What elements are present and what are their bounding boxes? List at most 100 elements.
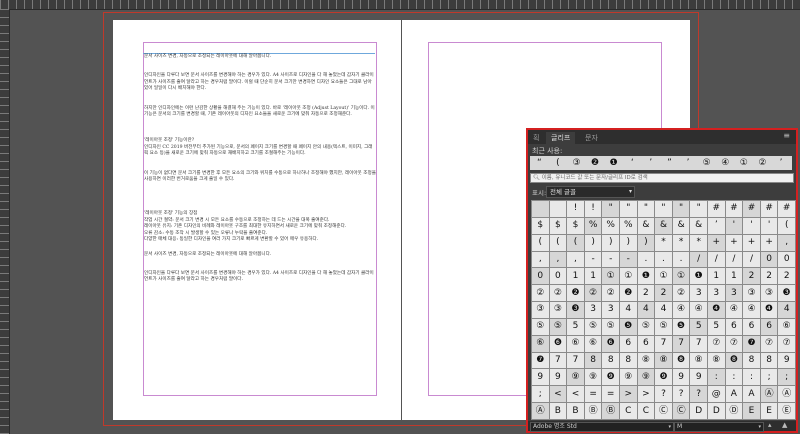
page-left[interactable]: 문서 사이즈 변경, 자동으로 조정되는 레이아웃에 대해 알아봅니다. 인디자… — [113, 20, 401, 420]
glyph-cell[interactable]: + — [743, 234, 760, 251]
glyph-cell[interactable]: 2 — [743, 268, 760, 285]
glyph-cell[interactable]: ⑦ — [708, 335, 725, 352]
glyph-cell[interactable]: E — [743, 403, 760, 419]
glyph-cell[interactable]: , — [567, 251, 584, 268]
glyph-cell[interactable]: ❺ — [620, 318, 637, 335]
recent-glyph[interactable]: ‘ — [623, 156, 642, 170]
glyph-cell[interactable]: C — [637, 403, 655, 419]
glyph-cell[interactable]: ⑥ — [567, 335, 584, 352]
glyph-cell[interactable]: & — [690, 217, 707, 234]
glyph-cell[interactable]: 9 — [672, 369, 690, 386]
glyph-cell[interactable]: ⑧ — [655, 352, 672, 369]
glyph-cell[interactable]: 7 — [690, 335, 707, 352]
glyph-cell[interactable]: , — [549, 251, 567, 268]
glyph-cell[interactable]: 4 — [637, 302, 655, 318]
glyph-cell[interactable]: + — [708, 234, 725, 251]
glyph-cell[interactable]: 5 — [567, 318, 584, 335]
glyph-cell[interactable]: ❸ — [567, 302, 584, 318]
glyph-cell[interactable]: Ⓐ — [778, 386, 795, 403]
glyph-cell[interactable]: ⑥ — [532, 335, 549, 352]
glyph-cell[interactable]: = — [584, 386, 602, 403]
glyph-cell[interactable]: 9 — [778, 352, 795, 369]
glyph-cell[interactable]: & — [655, 217, 672, 234]
glyph-cell[interactable]: ' — [725, 217, 743, 234]
font-style-dropdown[interactable]: M ▾ — [674, 422, 764, 432]
glyph-cell[interactable]: 9 — [690, 369, 707, 386]
recent-glyph[interactable]: ( — [549, 156, 568, 170]
glyph-cell[interactable]: ' — [760, 217, 778, 234]
glyph-cell[interactable]: ; — [760, 369, 778, 386]
glyph-cell[interactable]: ❶ — [690, 268, 707, 285]
glyph-cell[interactable]: . — [637, 251, 655, 268]
glyph-cell[interactable]: = — [602, 386, 619, 403]
glyph-cell[interactable]: ) — [584, 234, 602, 251]
glyph-cell[interactable]: 2 — [778, 268, 795, 285]
recent-glyph[interactable]: ❷ — [586, 156, 605, 170]
glyph-cell[interactable]: + — [725, 234, 743, 251]
glyph-cell[interactable]: ' — [743, 217, 760, 234]
glyph-cell[interactable]: ⑥ — [584, 335, 602, 352]
glyph-cell[interactable]: D — [708, 403, 725, 419]
glyph-cell[interactable]: 1 — [708, 268, 725, 285]
glyph-cell[interactable]: 8 — [584, 352, 602, 369]
glyph-cell[interactable] — [532, 201, 549, 217]
glyph-cell[interactable]: 2 — [655, 285, 672, 302]
glyph-cell[interactable]: 3 — [602, 302, 619, 318]
glyph-cell[interactable]: > — [637, 386, 655, 403]
glyph-cell[interactable]: , — [778, 234, 795, 251]
tab-character[interactable]: 문자 — [580, 132, 603, 144]
glyph-cell[interactable]: 9 — [549, 369, 567, 386]
glyph-cell[interactable]: B — [567, 403, 584, 419]
glyph-cell[interactable]: D — [690, 403, 707, 419]
glyph-cell[interactable]: Ⓑ — [584, 403, 602, 419]
glyph-cell[interactable]: 8 — [743, 352, 760, 369]
glyph-cell[interactable]: @ — [708, 386, 725, 403]
glyph-cell[interactable]: 8 — [760, 352, 778, 369]
glyph-cell[interactable]: . — [672, 251, 690, 268]
glyph-cell[interactable]: ) — [620, 234, 637, 251]
glyphs-panel[interactable]: 획 글리프 문자 ≡ 최근 사용: “(③ ❷ ❶ ‘’”’ ⑤ ④ ① ②’ 🔍︎ 이름, … — [526, 128, 798, 433]
glyph-cell[interactable]: > — [620, 386, 637, 403]
glyph-cell[interactable]: ⑧ — [708, 352, 725, 369]
glyph-cell[interactable]: ? — [672, 386, 690, 403]
glyph-cell[interactable]: A — [743, 386, 760, 403]
glyph-cell[interactable]: ① — [672, 268, 690, 285]
glyph-cell[interactable]: Ⓔ — [778, 403, 795, 419]
glyph-cell[interactable]: B — [549, 403, 567, 419]
glyph-cell[interactable]: 6 — [760, 318, 778, 335]
glyph-cell[interactable]: & — [672, 217, 690, 234]
glyph-cell[interactable]: 0 — [778, 251, 795, 268]
glyph-cell[interactable]: 7 — [567, 352, 584, 369]
glyph-cell[interactable]: $ — [532, 217, 549, 234]
glyph-cell[interactable]: ② — [532, 285, 549, 302]
glyph-cell[interactable]: Ⓓ — [725, 403, 743, 419]
glyph-cell[interactable]: " — [637, 201, 655, 217]
body-text-frame[interactable]: 문서 사이즈 변경, 자동으로 조정되는 레이아웃에 대해 알아봅니다. 인디자… — [144, 54, 376, 284]
glyph-cell[interactable]: A — [725, 386, 743, 403]
glyph-cell[interactable]: ❸ — [778, 285, 795, 302]
glyph-cell[interactable]: ❺ — [672, 318, 690, 335]
recent-glyph[interactable]: ③ — [567, 156, 586, 170]
glyph-cell[interactable]: 8 — [602, 352, 619, 369]
glyph-cell[interactable]: " — [655, 201, 672, 217]
zoom-in-icon[interactable]: ▲ — [782, 421, 787, 429]
glyph-cell[interactable]: ② — [672, 285, 690, 302]
glyph-cell[interactable]: 9 — [532, 369, 549, 386]
recent-glyph[interactable]: ④ — [716, 156, 735, 170]
glyph-cell[interactable]: 4 — [620, 302, 637, 318]
glyph-cell[interactable]: 1 — [725, 268, 743, 285]
glyph-cell[interactable]: ❽ — [672, 352, 690, 369]
glyph-cell[interactable]: ⑦ — [725, 335, 743, 352]
glyph-cell[interactable]: 6 — [620, 335, 637, 352]
glyph-grid[interactable]: !! " " " " " " # # # # # $ $ $%%% & & & &’ ' ' '(((()))) * * * + +… — [531, 200, 796, 420]
glyph-cell[interactable]: ) — [637, 234, 655, 251]
glyph-cell[interactable]: Ⓐ — [760, 386, 778, 403]
glyph-cell[interactable]: ② — [602, 285, 619, 302]
glyph-cell[interactable]: ⑤ — [637, 318, 655, 335]
glyph-cell[interactable]: ❹ — [760, 302, 778, 318]
glyph-cell[interactable]: 0 — [532, 268, 549, 285]
glyph-cell[interactable]: / — [690, 251, 707, 268]
glyph-cell[interactable]: ① — [602, 268, 619, 285]
tab-stroke[interactable]: 획 — [528, 132, 544, 144]
glyph-search-input[interactable]: 🔍︎ 이름, 유니코드 값 또는 문자/글리프 ID로 검색 — [530, 173, 794, 183]
